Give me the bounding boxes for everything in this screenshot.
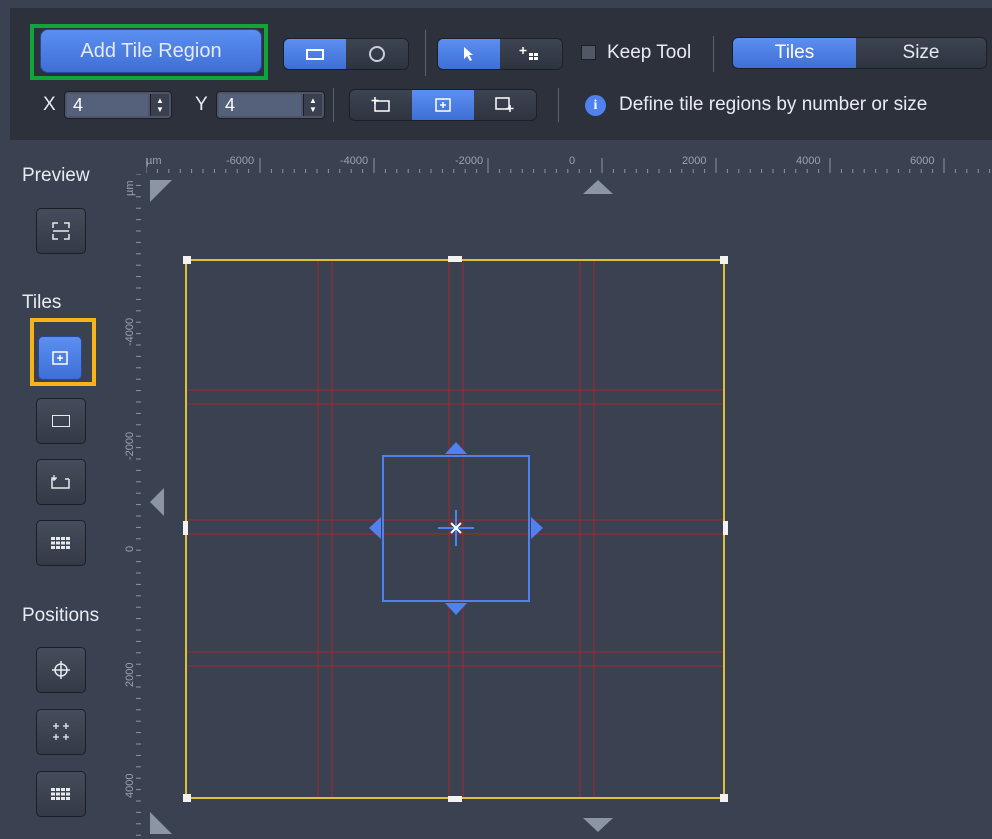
tile-mode-add-button[interactable] bbox=[474, 90, 536, 120]
tool-toggle bbox=[437, 38, 563, 70]
positions-title: Positions bbox=[22, 605, 100, 626]
y-label: Y bbox=[195, 94, 208, 115]
corner-tile-icon bbox=[371, 97, 390, 112]
ruler-unit-label-vertical: µm bbox=[124, 180, 136, 196]
info-text: Define tile regions by number or size bbox=[619, 94, 928, 115]
grid-region-button[interactable] bbox=[36, 520, 86, 566]
toolbar-divider bbox=[425, 30, 426, 76]
corner-region-button[interactable] bbox=[36, 459, 86, 505]
circle-shape-button[interactable] bbox=[346, 39, 408, 69]
grow-up-icon[interactable] bbox=[445, 442, 467, 454]
preview-title: Preview bbox=[22, 165, 90, 186]
center-crosshair-icon bbox=[438, 510, 474, 546]
scroll-bottom-left-icon[interactable] bbox=[150, 812, 172, 834]
y-tick-label: 4000 bbox=[124, 773, 136, 798]
y-tick-label: -4000 bbox=[124, 317, 136, 346]
rectangle-icon bbox=[52, 415, 70, 427]
circle-icon bbox=[369, 46, 385, 62]
x-tick-label: -4000 bbox=[340, 155, 369, 167]
add-tiles-icon bbox=[519, 47, 538, 60]
add-region-icon bbox=[495, 97, 514, 112]
y-tick-label: 2000 bbox=[124, 662, 136, 687]
draw-tiles-tool-button[interactable] bbox=[500, 39, 562, 69]
info-icon: i bbox=[585, 95, 606, 116]
crosshair-icon bbox=[52, 661, 70, 679]
toolbar-divider bbox=[558, 88, 559, 122]
y-count-spinner[interactable]: 4 ▲ ▼ bbox=[216, 91, 325, 119]
rectangle-region-button[interactable] bbox=[36, 398, 86, 444]
select-tool-button[interactable] bbox=[438, 39, 500, 69]
grid-icon bbox=[51, 788, 70, 800]
keep-tool-label: Keep Tool bbox=[607, 42, 692, 63]
corner-region-icon bbox=[51, 475, 70, 489]
tile-mode-center-button[interactable] bbox=[412, 90, 474, 120]
scroll-up-icon[interactable] bbox=[583, 180, 613, 194]
tab-size-label: Size bbox=[902, 42, 940, 63]
add-tile-region-highlight bbox=[30, 24, 268, 80]
down-arrow-icon[interactable]: ▼ bbox=[309, 105, 317, 114]
keep-tool-checkbox[interactable] bbox=[581, 45, 596, 60]
x-spinner-arrows[interactable]: ▲ ▼ bbox=[150, 94, 169, 116]
position-array-icon bbox=[53, 723, 69, 740]
x-tick-label: 0 bbox=[569, 155, 576, 167]
mode-tabs: Tiles Size bbox=[732, 37, 987, 69]
grid-icon bbox=[51, 537, 70, 549]
tiles-title: Tiles bbox=[22, 292, 62, 313]
rectangle-shape-button[interactable] bbox=[284, 39, 346, 69]
y-tick-label: 0 bbox=[124, 545, 136, 552]
toolbar-divider bbox=[333, 88, 334, 122]
tile-region-tool-highlight bbox=[30, 318, 96, 386]
ruler-unit-label: µm bbox=[146, 155, 162, 167]
position-grid-button[interactable] bbox=[36, 771, 86, 817]
x-tick-label: -2000 bbox=[455, 155, 484, 167]
tile-mode-corner-button[interactable] bbox=[350, 90, 412, 120]
y-count-value[interactable]: 4 bbox=[219, 94, 301, 116]
pointer-icon bbox=[464, 47, 473, 61]
rectangle-icon bbox=[306, 48, 324, 60]
y-tick-label: -2000 bbox=[124, 431, 136, 460]
x-tick-label: 6000 bbox=[910, 155, 935, 167]
vertical-ruler bbox=[136, 174, 141, 836]
up-arrow-icon[interactable]: ▲ bbox=[309, 96, 317, 105]
up-arrow-icon[interactable]: ▲ bbox=[156, 96, 164, 105]
tile-mode-toggle bbox=[349, 89, 537, 121]
x-tick-label: 4000 bbox=[796, 155, 821, 167]
shape-toggle bbox=[283, 38, 409, 70]
tab-size[interactable]: Size bbox=[856, 38, 986, 68]
tab-tiles-label: Tiles bbox=[774, 42, 815, 63]
center-tile-icon bbox=[435, 98, 451, 112]
x-label: X bbox=[43, 94, 56, 115]
scroll-left-icon[interactable] bbox=[150, 488, 164, 516]
grow-down-icon[interactable] bbox=[445, 603, 467, 615]
tab-tiles[interactable]: Tiles bbox=[733, 38, 857, 68]
x-count-spinner[interactable]: 4 ▲ ▼ bbox=[64, 91, 172, 119]
down-arrow-icon[interactable]: ▼ bbox=[156, 105, 164, 114]
preview-scan-button[interactable] bbox=[36, 208, 86, 254]
x-tick-label: -6000 bbox=[226, 155, 255, 167]
position-array-button[interactable] bbox=[36, 709, 86, 755]
x-tick-label: 2000 bbox=[682, 155, 707, 167]
tile-canvas[interactable] bbox=[146, 174, 992, 839]
scroll-down-icon[interactable] bbox=[583, 818, 613, 832]
x-count-value[interactable]: 4 bbox=[67, 94, 148, 116]
preview-scan-icon bbox=[52, 222, 70, 240]
add-position-button[interactable] bbox=[36, 647, 86, 693]
y-spinner-arrows[interactable]: ▲ ▼ bbox=[303, 94, 322, 116]
toolbar-divider bbox=[713, 36, 714, 72]
scroll-top-left-icon[interactable] bbox=[150, 180, 172, 202]
